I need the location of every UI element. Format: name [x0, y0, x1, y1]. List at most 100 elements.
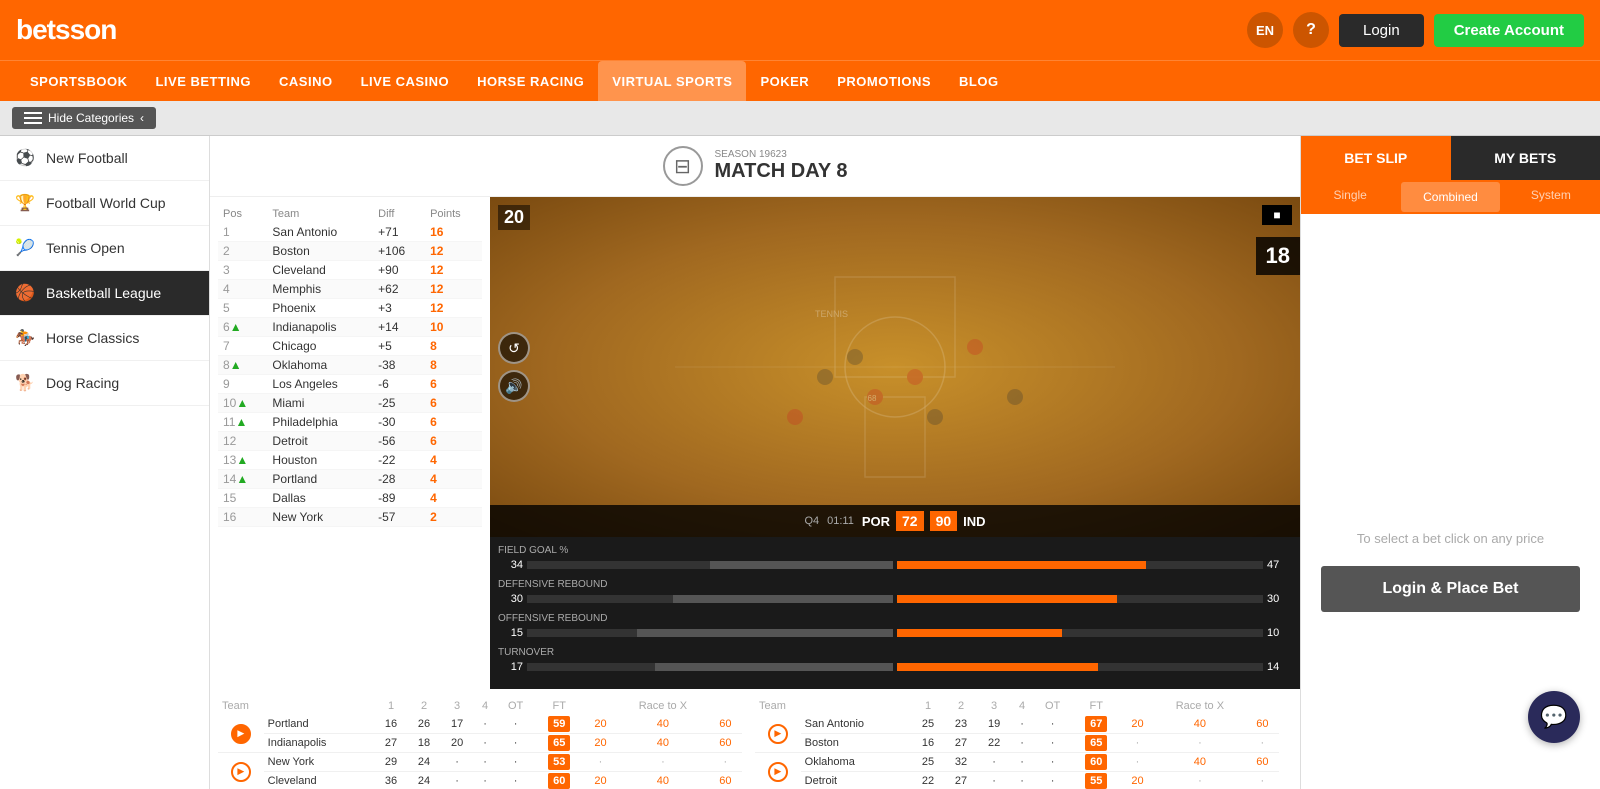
pos-cell: 14▲ — [218, 470, 267, 489]
col-team-header-right: Team — [755, 697, 912, 715]
score-pair-row: Boston 16 27 22 · · 65 ··· — [755, 734, 1292, 753]
sidebar-label-football-world-cup: Football World Cup — [46, 195, 166, 211]
nav-promotions[interactable]: PROMOTIONS — [823, 61, 945, 101]
bet-sub-single[interactable]: Single — [1301, 180, 1399, 214]
stat-to-bar-right — [897, 663, 1263, 671]
play-icon[interactable]: ▶ — [768, 724, 788, 744]
q4-cell: · — [1011, 715, 1034, 734]
race-to-cell[interactable]: 40 — [617, 734, 709, 753]
video-score-tl: 20 — [498, 205, 530, 230]
race-to-cell[interactable]: 60 — [709, 772, 742, 789]
col-ot-right: OT — [1034, 697, 1072, 715]
race-to-cell[interactable]: 20 — [584, 772, 617, 789]
col-ft-left: FT — [535, 697, 584, 715]
bet-sub-combined[interactable]: Combined — [1401, 182, 1499, 212]
bet-sub-system[interactable]: System — [1502, 180, 1600, 214]
table-row: 10▲ Miami -25 6 — [218, 394, 482, 413]
season-label: SEASON 19623 — [715, 149, 848, 160]
ft-cell: 55 — [1072, 772, 1121, 789]
toggle-icon — [24, 112, 42, 124]
nav-horse-racing[interactable]: HORSE RACING — [463, 61, 598, 101]
nav-live-casino[interactable]: LIVE CASINO — [347, 61, 464, 101]
create-account-button[interactable]: Create Account — [1434, 14, 1584, 47]
login-place-bet-button[interactable]: Login & Place Bet — [1321, 566, 1580, 612]
q2-cell: 18 — [408, 734, 441, 753]
race-to-cell[interactable]: 60 — [1246, 715, 1279, 734]
login-button[interactable]: Login — [1339, 14, 1424, 47]
race-to-cell[interactable]: 40 — [617, 715, 709, 734]
race-to-cell[interactable]: 40 — [1154, 715, 1246, 734]
q1-cell: 16 — [375, 715, 408, 734]
stat-to-right-val: 14 — [1267, 661, 1292, 673]
team-cell: Boston — [267, 242, 373, 261]
race-to-cell[interactable]: 20 — [584, 715, 617, 734]
language-button[interactable]: EN — [1247, 12, 1283, 48]
play-icon[interactable]: ▶ — [231, 762, 251, 782]
pts-cell: 4 — [425, 451, 482, 470]
q3-cell: 22 — [978, 734, 1011, 753]
q4-cell: · — [474, 734, 497, 753]
diff-cell: +5 — [373, 337, 425, 356]
hide-categories-button[interactable]: Hide Categories ‹ — [12, 107, 156, 129]
nav-live-betting[interactable]: LIVE BETTING — [141, 61, 265, 101]
chat-widget[interactable]: 💬 — [1528, 691, 1580, 743]
q1-cell: 16 — [912, 734, 945, 753]
ot-cell: · — [1034, 715, 1072, 734]
play-button-cell[interactable]: ▶ — [218, 753, 264, 789]
race-to-cell[interactable]: 20 — [584, 734, 617, 753]
volume-button[interactable]: 🔊 — [498, 370, 530, 402]
race-to-cell[interactable]: 20 — [1121, 715, 1154, 734]
pos-cell: 6▲ — [218, 318, 267, 337]
svg-text:TENNIS: TENNIS — [815, 309, 848, 319]
play-button-cell[interactable]: ▶ — [755, 715, 801, 753]
sidebar-item-football-world-cup[interactable]: 🏆 Football World Cup — [0, 181, 209, 226]
bet-slip-tab[interactable]: BET SLIP — [1301, 136, 1451, 180]
score-cell: · — [617, 753, 709, 772]
sim-icon[interactable]: ⊟ — [663, 146, 703, 186]
nav-sportsbook[interactable]: SPORTSBOOK — [16, 61, 141, 101]
score-pair-row: Indianapolis 27 18 20 · · 65 204060 — [218, 734, 755, 753]
pos-cell: 9 — [218, 375, 267, 394]
pos-cell: 15 — [218, 489, 267, 508]
stat-dr-bar-right — [897, 595, 1263, 603]
race-to-cell[interactable]: 60 — [709, 715, 742, 734]
race-to-cell[interactable]: 60 — [1246, 753, 1279, 772]
sidebar-item-dog-racing[interactable]: 🐕 Dog Racing — [0, 361, 209, 406]
col-racetox-right-1 — [1121, 697, 1154, 715]
play-icon[interactable]: ▶ — [231, 724, 251, 744]
nav-blog[interactable]: BLOG — [945, 61, 1013, 101]
sidebar-item-basketball-league[interactable]: 🏀 Basketball League — [0, 271, 209, 316]
col-racetox-left-2 — [709, 697, 742, 715]
nav-poker[interactable]: POKER — [746, 61, 823, 101]
col-q1-left: 1 — [375, 697, 408, 715]
nav-virtual-sports[interactable]: VIRTUAL SPORTS — [598, 61, 746, 101]
pts-cell: 12 — [425, 299, 482, 318]
race-to-cell[interactable]: 20 — [1121, 772, 1154, 789]
q4-cell: · — [474, 715, 497, 734]
col-q1-right: 1 — [912, 697, 945, 715]
help-button[interactable]: ? — [1293, 12, 1329, 48]
stat-def-rebound-label: DEFENSIVE REBOUND — [498, 579, 1292, 590]
ft-cell: 59 — [535, 715, 584, 734]
my-bets-tab[interactable]: MY BETS — [1451, 136, 1600, 180]
diff-cell: +14 — [373, 318, 425, 337]
q4-cell: · — [1011, 753, 1034, 772]
nav-casino[interactable]: CASINO — [265, 61, 347, 101]
score-pair-row: ▶ San Antonio 25 23 19 · · 67 204060 — [755, 715, 1292, 734]
sidebar-item-tennis-open[interactable]: 🎾 Tennis Open — [0, 226, 209, 271]
chevron-left-icon: ‹ — [140, 111, 144, 125]
play-icon[interactable]: ▶ — [768, 762, 788, 782]
race-to-cell[interactable]: 40 — [1154, 753, 1246, 772]
logo: betsson — [16, 14, 116, 46]
play-pause-button[interactable]: ↺ — [498, 332, 530, 364]
play-button-cell[interactable]: ▶ — [755, 753, 801, 789]
col-racetox-right-3 — [1279, 697, 1292, 715]
q1-cell: 22 — [912, 772, 945, 789]
q2-cell: 27 — [945, 734, 978, 753]
sidebar-item-new-football[interactable]: ⚽ New Football — [0, 136, 209, 181]
sidebar-label-basketball-league: Basketball League — [46, 285, 161, 301]
race-to-cell[interactable]: 60 — [709, 734, 742, 753]
race-to-cell[interactable]: 40 — [617, 772, 709, 789]
play-button-cell[interactable]: ▶ — [218, 715, 264, 753]
sidebar-item-horse-classics[interactable]: 🏇 Horse Classics — [0, 316, 209, 361]
